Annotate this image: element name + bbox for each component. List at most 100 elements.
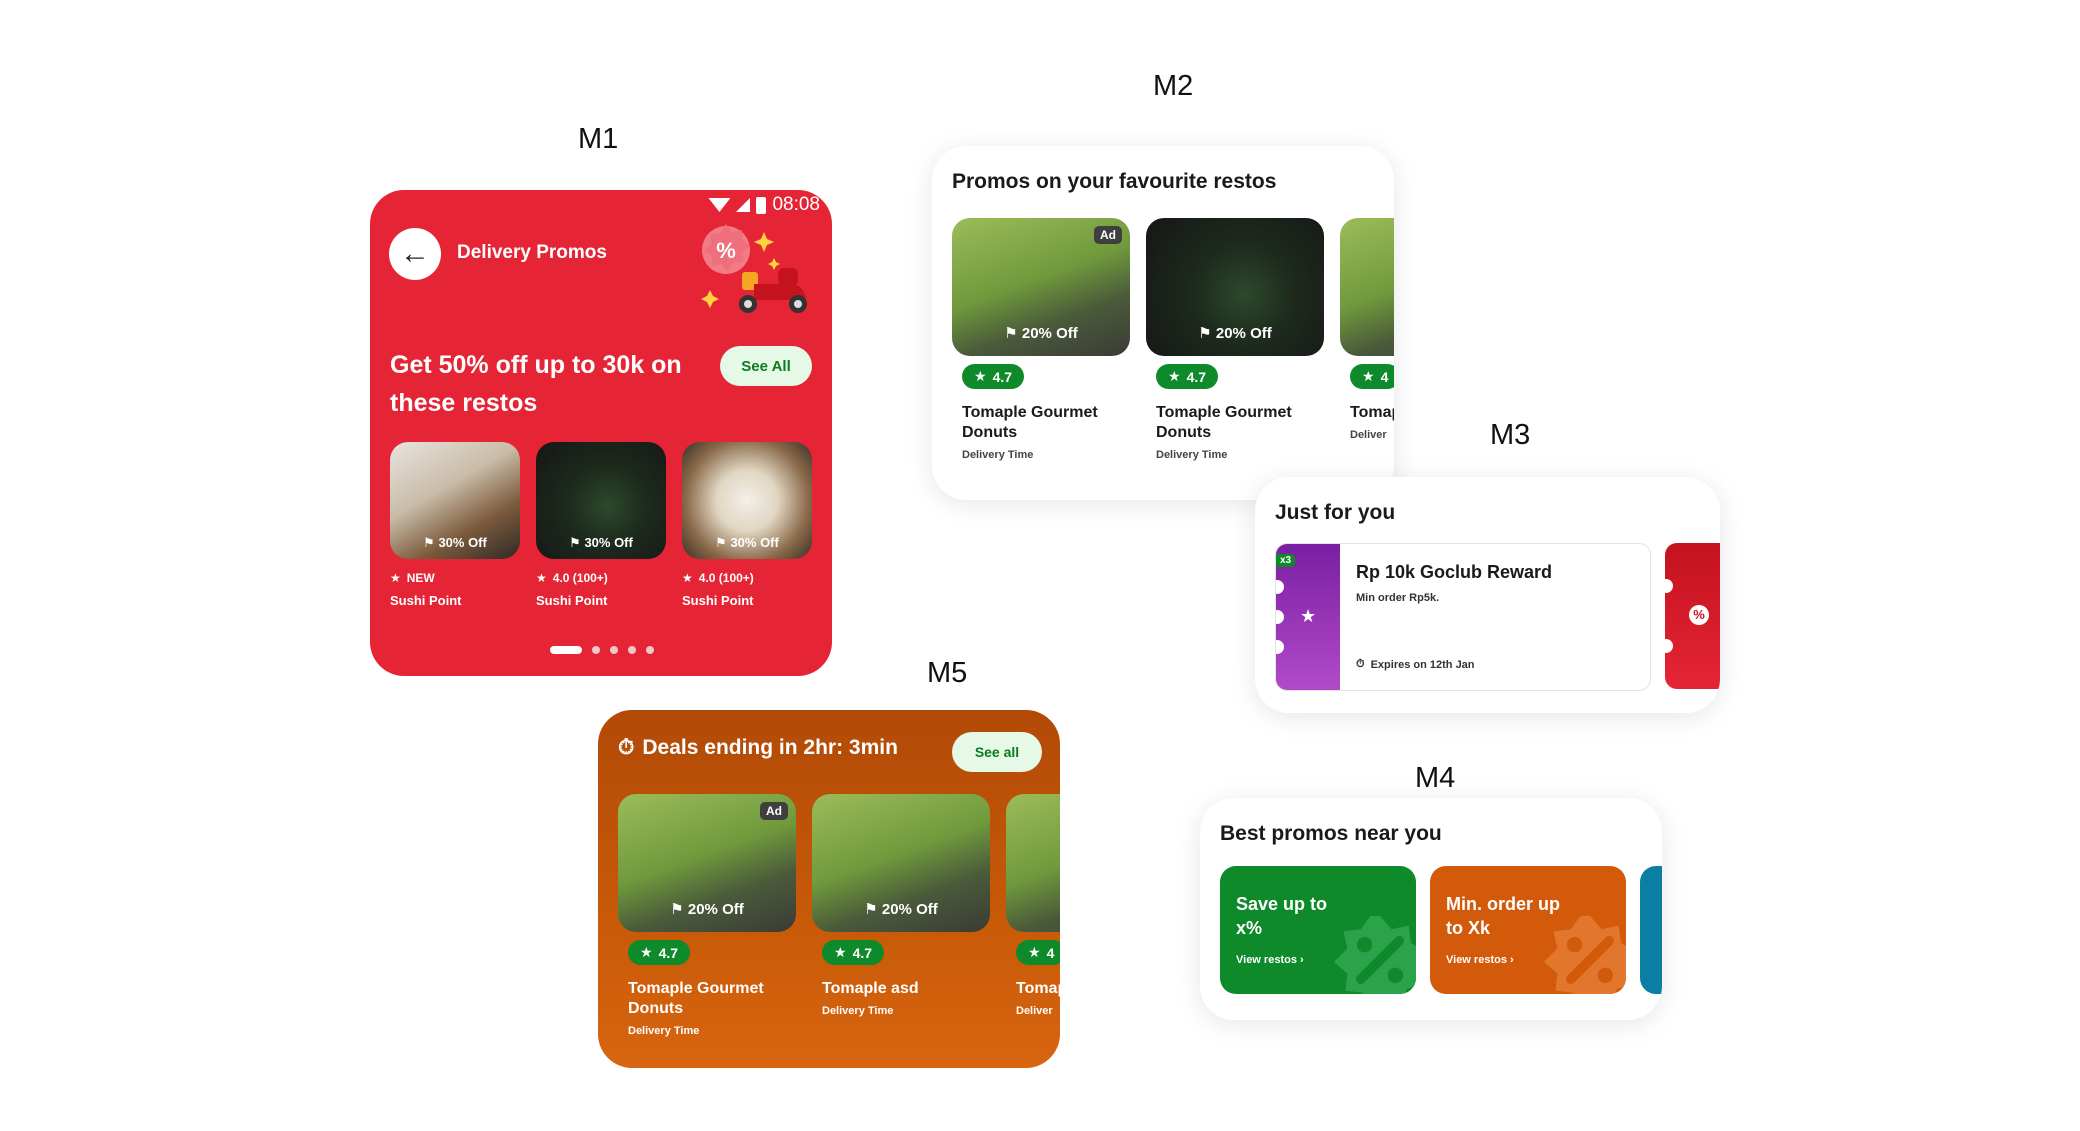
delivery-time: Delivery Time (962, 449, 1034, 461)
svg-text:%: % (716, 238, 736, 263)
star-icon: ★ (682, 571, 693, 585)
status-time: 08:08 (772, 194, 820, 215)
resto-image: ⚑ 30% Off (682, 442, 812, 559)
ad-badge: Ad (1094, 226, 1122, 244)
promo-card[interactable]: ⚑ 20% Off ★ 4.7 Tomaple Gourmet Donuts De… (1146, 218, 1324, 461)
rating: ★ 4.0 (100+) (682, 571, 754, 585)
star-icon: ★ (390, 571, 401, 585)
promo-tile-min-order[interactable]: Min. order up to Xk View restos › (1430, 866, 1626, 994)
see-all-button[interactable]: See all (952, 732, 1042, 772)
voucher-card[interactable]: x3 ★ Rp 10k Goclub Reward Min order Rp5k… (1275, 543, 1651, 691)
rating-pill: ★ 4.7 (822, 940, 885, 965)
resto-image: Ad ⚑ 20% Off (618, 794, 796, 932)
battery-icon (756, 196, 767, 214)
pagination-dot[interactable] (610, 646, 618, 654)
section-title: Best promos near you (1220, 822, 1442, 845)
percent-badge-icon (1333, 915, 1416, 994)
label-m1: M1 (578, 123, 619, 155)
promo-tile-partial[interactable] (1640, 866, 1662, 994)
best-promos-widget: Best promos near you Save up to x% View … (1200, 798, 1662, 1020)
resto-name: Tomap Donut (1016, 980, 1060, 997)
percent-badge-icon (1543, 915, 1626, 994)
pagination-dot-active[interactable] (550, 646, 582, 654)
pagination-dot[interactable] (628, 646, 636, 654)
view-restos-link[interactable]: View restos › (1236, 954, 1304, 966)
promo-card[interactable]: ★4 Tomap Donut Deliver (1340, 218, 1394, 441)
resto-name: Tomaple asd (822, 980, 919, 997)
resto-image: ⚑ 30% Off (536, 442, 666, 559)
resto-name: Tomap Donut (1350, 404, 1394, 421)
voucher-title: Rp 10k Goclub Reward (1356, 562, 1553, 582)
resto-name: Sushi Point (682, 593, 754, 608)
promo-tile-save[interactable]: Save up to x% View restos › (1220, 866, 1416, 994)
voucher-min-order: Min order Rp5k. (1356, 592, 1440, 604)
percent-badge-icon: ⚑ (423, 535, 435, 550)
pagination-dots (550, 646, 654, 654)
ad-badge: Ad (760, 802, 788, 820)
resto-card[interactable]: ⚑ 30% Off ★ 4.0 (100+) Sushi Point (536, 442, 666, 608)
discount-label: ⚑ 20% Off (1004, 325, 1078, 342)
delivery-promos-widget: 08:08 ← Delivery Promos % Get 50% off up… (370, 190, 832, 676)
resto-image: ⚑ 20% Off (1146, 218, 1324, 356)
chevron-right-icon: › (1300, 954, 1304, 966)
delivery-time: Delivery Time (822, 1005, 894, 1017)
star-icon: ★ (834, 944, 847, 960)
pagination-dot[interactable] (592, 646, 600, 654)
section-title: ⏱ Deals ending in 2hr: 3min (618, 736, 898, 759)
discount-label: ⚑ 30% Off (715, 535, 779, 550)
resto-name: Tomaple Gourmet Donuts (628, 980, 764, 1017)
resto-image: ⚑ 30% Off (390, 442, 520, 559)
star-icon: ★ (640, 944, 653, 960)
star-icon: ★ (1300, 606, 1317, 626)
deal-card[interactable]: ⚑ 20% Off ★ 4.7 Tomaple asd Delivery Time (812, 794, 990, 1017)
deals-ending-widget: ⏱ Deals ending in 2hr: 3min See all Ad ⚑ … (598, 710, 1060, 1068)
view-restos-link[interactable]: View restos › (1446, 954, 1514, 966)
star-icon: ★ (1028, 944, 1041, 960)
discount-label: ⚑ 20% Off (670, 901, 744, 918)
label-m2: M2 (1153, 70, 1194, 102)
resto-name: Sushi Point (536, 593, 608, 608)
label-m4: M4 (1415, 762, 1456, 794)
label-m5: M5 (927, 657, 968, 689)
see-all-button[interactable]: See All (720, 346, 812, 386)
section-title: Promos on your favourite restos (952, 170, 1277, 193)
resto-name: Tomaple Gourmet Donuts (962, 404, 1098, 441)
back-button[interactable]: ← (389, 228, 441, 280)
percent-badge-icon: ⚑ (1198, 325, 1212, 342)
scooter-promo-illustration: % (701, 224, 807, 313)
pagination-dot[interactable] (646, 646, 654, 654)
delivery-time: Deliver (1016, 1005, 1053, 1017)
resto-image: Ad ⚑ 20% Off (952, 218, 1130, 356)
stopwatch-icon: ⏱ (1356, 658, 1365, 670)
resto-name: Sushi Point (390, 593, 462, 608)
rating-pill: ★ 4.7 (962, 364, 1025, 389)
percent-badge-icon: ⚑ (715, 535, 727, 550)
rating: ★ NEW (390, 571, 435, 585)
voucher-card-next[interactable]: % (1659, 543, 1720, 689)
delivery-time: Delivery Time (1156, 449, 1228, 461)
voucher-notch (1659, 579, 1673, 593)
deal-card[interactable]: ★4 Tomap Donut Deliver (1006, 794, 1060, 1017)
favourite-restos-widget: Promos on your favourite restos Ad ⚑ 20%… (932, 146, 1394, 500)
rating: ★ 4.0 (100+) (536, 571, 608, 585)
deal-card[interactable]: Ad ⚑ 20% Off ★ 4.7 Tomaple Gourmet Donuts… (618, 794, 796, 1037)
percent-badge-icon: % (1689, 605, 1709, 625)
rating-pill: ★ 4.7 (628, 940, 691, 965)
resto-card[interactable]: ⚑ 30% Off ★ 4.0 (100+) Sushi Point (682, 442, 812, 608)
resto-card[interactable]: ⚑ 30% Off ★ NEW Sushi Point (390, 442, 520, 608)
multiplier-badge: x3 (1276, 554, 1296, 567)
just-for-you-widget: Just for you x3 ★ Rp 10k Goclub Reward M… (1255, 477, 1720, 713)
rating-pill: ★ 4 (1350, 364, 1394, 389)
voucher-stub: x3 ★ (1276, 544, 1340, 690)
delivery-time: Delivery Time (628, 1025, 700, 1037)
discount-label: ⚑ 20% Off (1198, 325, 1272, 342)
promo-card[interactable]: Ad ⚑ 20% Off ★ 4.7 Tomaple Gourmet Donuts… (952, 218, 1130, 461)
percent-badge-icon: ⚑ (1004, 325, 1018, 342)
resto-image (1340, 218, 1394, 356)
star-icon: ★ (1168, 368, 1181, 384)
resto-name: Tomaple Gourmet Donuts (1156, 404, 1292, 441)
status-bar: 08:08 (708, 194, 820, 216)
percent-badge-icon: ⚑ (864, 901, 878, 918)
discount-label: ⚑ 20% Off (864, 901, 938, 918)
voucher-notch (1276, 580, 1284, 594)
